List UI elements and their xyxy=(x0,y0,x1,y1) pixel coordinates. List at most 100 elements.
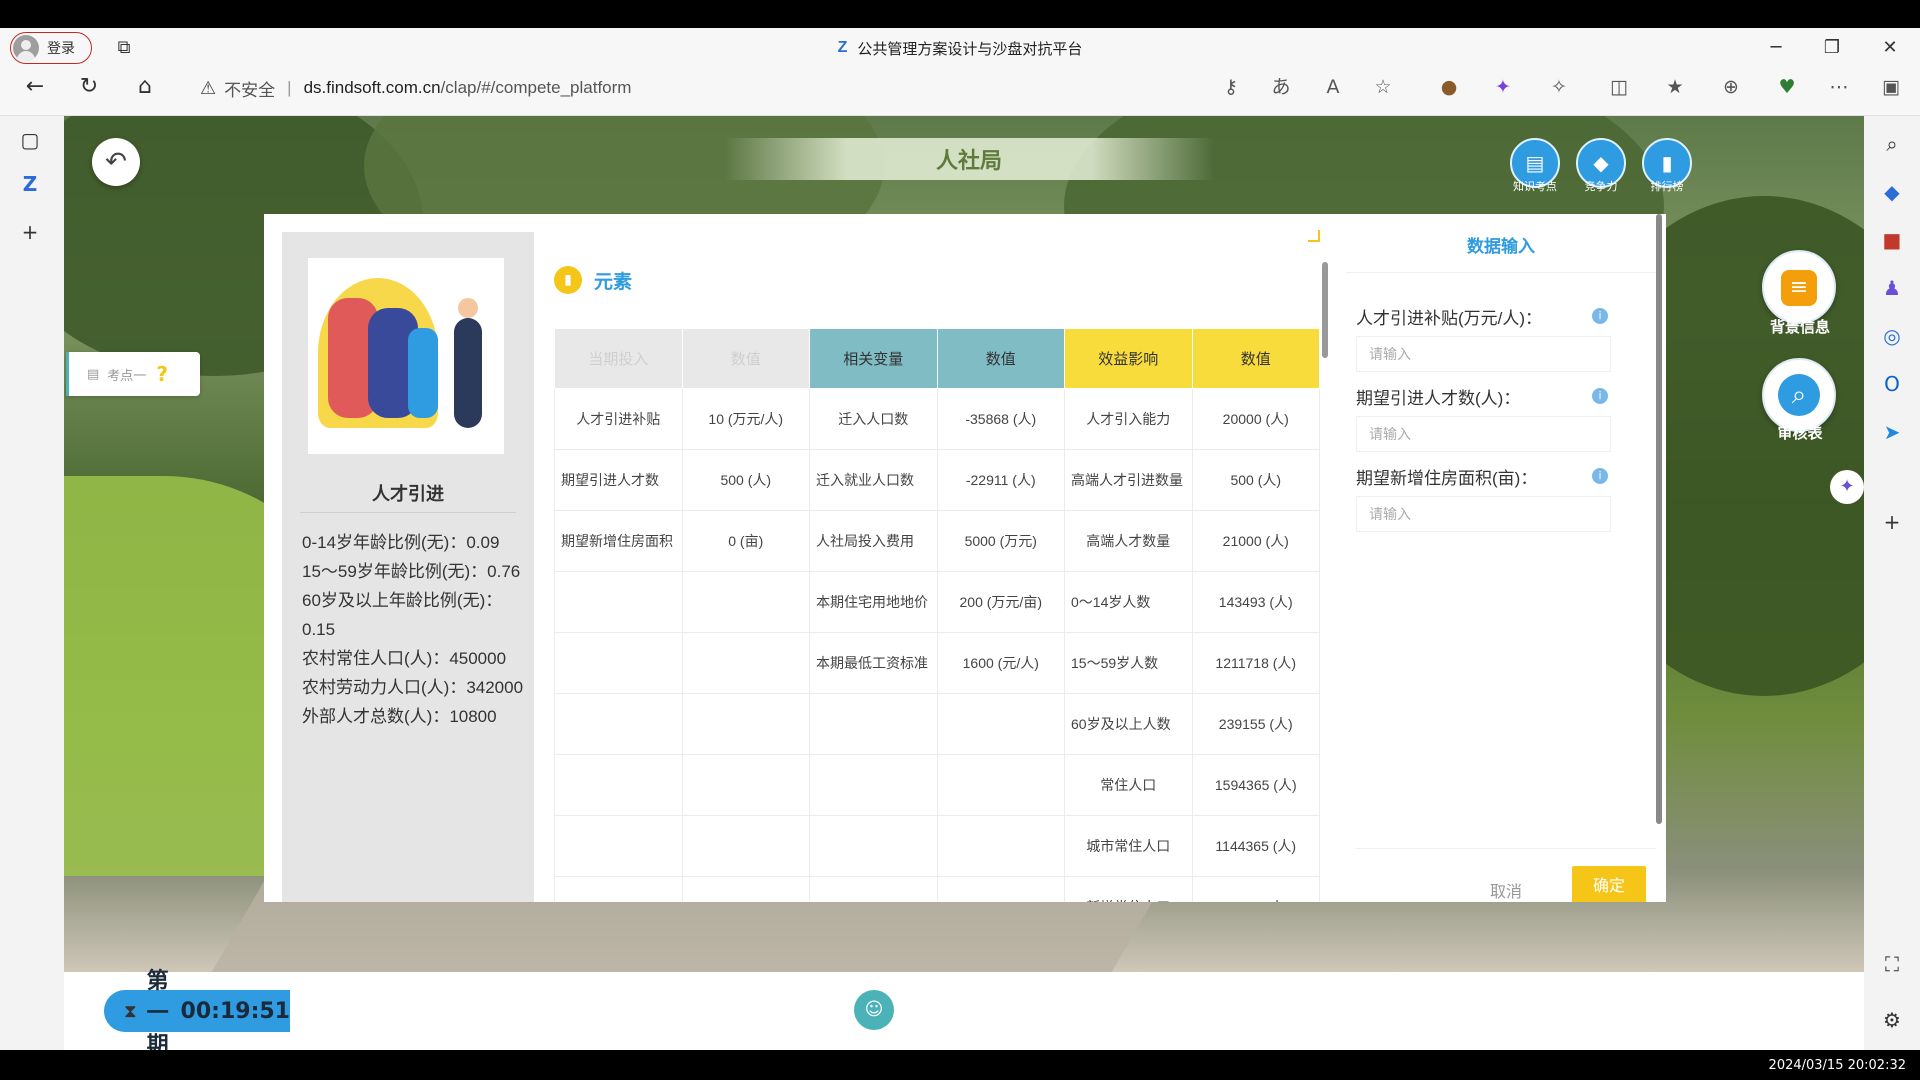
cell-related-variable xyxy=(809,693,938,755)
split-screen-icon[interactable]: ◫ xyxy=(1606,74,1632,100)
table-row: 常住人口 1594365 (人) xyxy=(554,754,1320,816)
tab-actions-icon[interactable]: ⧉ xyxy=(112,36,136,60)
period-timer: ⧗ 第一期 00:19:51 xyxy=(104,969,290,1050)
info-icon[interactable]: i xyxy=(1592,388,1608,404)
cell-input-item xyxy=(554,754,683,816)
cell-input-item xyxy=(554,693,683,755)
cell-input-value: 0 (亩) xyxy=(681,510,810,572)
login-button[interactable]: 登录 xyxy=(10,32,92,64)
cell-benefit-value: 143493 (人) xyxy=(1191,571,1320,633)
talent-count-input[interactable]: 请输入 xyxy=(1356,416,1611,452)
housing-area-input[interactable]: 请输入 xyxy=(1356,496,1611,532)
performance-icon[interactable]: ♥ xyxy=(1774,74,1800,100)
return-button[interactable]: ↶ xyxy=(92,138,140,186)
password-key-icon[interactable]: ⚷ xyxy=(1218,74,1244,100)
table-row: 本期住宅用地地价 200 (万元/亩) 0～14岁人数 143493 (人) xyxy=(554,571,1320,633)
collections-icon[interactable]: ⊕ xyxy=(1718,74,1744,100)
cookie-icon[interactable]: ● xyxy=(1436,74,1462,100)
reload-icon[interactable]: ↻ xyxy=(76,74,102,100)
field-label-housing-area: 期望新增住房面积(亩)： xyxy=(1356,469,1538,488)
cell-benefit-item: 人才引入能力 xyxy=(1064,388,1193,450)
cell-benefit-value: 71937 (人) xyxy=(1191,876,1320,902)
translate-icon[interactable]: あ xyxy=(1268,74,1294,100)
bar-chart-icon: ▮ xyxy=(1661,151,1673,175)
cell-benefit-value: 1144365 (人) xyxy=(1191,815,1320,877)
home-icon[interactable]: ⌂ xyxy=(132,74,158,100)
exam-point-tab[interactable]: ▤ 考点一 ? xyxy=(66,352,200,396)
restore-icon[interactable]: ❐ xyxy=(1820,36,1844,60)
info-icon[interactable]: i xyxy=(1592,468,1608,484)
screenshot-icon[interactable]: ⛶ xyxy=(1878,950,1906,978)
send-icon[interactable]: ➤ xyxy=(1878,418,1906,446)
element-dialog: 人才引进 0-14岁年龄比例(无)：0.09 15～59岁年龄比例(无)：0.7… xyxy=(264,214,1666,902)
cell-input-value xyxy=(681,876,810,902)
table-row: 本期最低工资标准 1600 (元/人) 15～59岁人数 1211718 (人) xyxy=(554,632,1320,694)
shopping-tag-icon[interactable]: ◆ xyxy=(1878,178,1906,206)
app-stage: ↶ 人社局 ▤ 知识考点 ◆ 竞争力 ▮ 排行榜 ▤ 考点一 ? ≡ 背景信息 … xyxy=(64,116,1864,1050)
table-row: 期望引进人才数 500 (人) 迁入就业人口数 -22911 (人) 高端人才引进数量 5… xyxy=(554,449,1320,511)
stat-line: 60岁及以上年龄比例(无)：0.15 xyxy=(302,591,503,639)
url-path: /clap/#/compete_platform xyxy=(440,78,632,97)
table-row: 城市常住人口 1144365 (人) xyxy=(554,815,1320,877)
illustration-figure xyxy=(454,318,482,428)
stat-line: 0-14岁年龄比例(无)：0.09 xyxy=(302,533,500,552)
table-scrollbar[interactable] xyxy=(1322,262,1328,358)
chat-button[interactable]: ☺ xyxy=(854,990,894,1030)
back-icon[interactable]: ← xyxy=(22,74,48,100)
chart-icon: ▮ xyxy=(554,266,582,294)
games-icon[interactable]: ♟ xyxy=(1878,274,1906,302)
subsidy-input[interactable]: 请输入 xyxy=(1356,336,1611,372)
card-stats: 0-14岁年龄比例(无)：0.09 15～59岁年龄比例(无)：0.76 60岁… xyxy=(302,528,526,731)
header-value: 数值 xyxy=(1191,328,1320,389)
audit-table-button[interactable]: ⌕ xyxy=(1762,358,1836,432)
sparkle-icon[interactable]: ✦ xyxy=(1490,74,1516,100)
read-aloud-icon[interactable]: A xyxy=(1320,74,1346,100)
outlook-icon[interactable]: O xyxy=(1878,370,1906,398)
stage-footer xyxy=(64,972,1864,1050)
more-menu-icon[interactable]: ⋯ xyxy=(1826,74,1852,100)
settings-gear-icon[interactable]: ⚙ xyxy=(1878,1006,1906,1034)
cell-input-value xyxy=(681,815,810,877)
cell-variable-value xyxy=(936,815,1065,877)
card-divider xyxy=(300,512,516,513)
sidebar-toggle-icon[interactable]: ▣ xyxy=(1878,74,1904,100)
field-label-talent-count: 期望引进人才数(人)： xyxy=(1356,389,1521,408)
confirm-button[interactable]: 确定 xyxy=(1572,866,1646,902)
cell-input-value xyxy=(681,571,810,633)
tools-icon[interactable]: ■ xyxy=(1878,226,1906,254)
active-tab-icon[interactable]: Z xyxy=(16,170,44,198)
favorites-icon[interactable]: ★ xyxy=(1662,74,1688,100)
favorite-star-icon[interactable]: ☆ xyxy=(1370,74,1396,100)
search-icon[interactable]: ⌕ xyxy=(1878,130,1906,158)
info-icon[interactable]: i xyxy=(1592,308,1608,324)
window-title: 公共管理方案设计与沙盘对抗平台 xyxy=(857,40,1083,58)
dialog-scrollbar[interactable] xyxy=(1656,214,1662,824)
cell-variable-value: -22911 (人) xyxy=(936,449,1065,511)
magnifier-icon: ⌕ xyxy=(1778,374,1820,416)
background-info-button[interactable]: ≡ xyxy=(1762,250,1836,324)
close-icon[interactable]: ✕ xyxy=(1878,36,1902,60)
copilot-icon[interactable]: ◎ xyxy=(1878,322,1906,350)
tab-panel-icon[interactable]: ▢ xyxy=(16,126,44,154)
panel-divider xyxy=(1346,272,1656,273)
cancel-button[interactable]: 取消 xyxy=(1490,878,1522,902)
cell-variable-value: 5000 (万元) xyxy=(936,510,1065,572)
table-row: 新增常住人口71937 (人) xyxy=(554,876,1320,902)
minimize-icon[interactable]: ─ xyxy=(1764,36,1788,60)
table-row: 60岁及以上人数 239155 (人) xyxy=(554,693,1320,755)
policy-card: 人才引进 0-14岁年龄比例(无)：0.09 15～59岁年龄比例(无)：0.7… xyxy=(282,232,534,902)
cell-benefit-value: 21000 (人) xyxy=(1191,510,1320,572)
new-tab-icon[interactable]: + xyxy=(16,218,44,246)
return-arrow-icon: ↶ xyxy=(105,147,127,177)
cell-benefit-item: 常住人口 xyxy=(1064,754,1193,816)
header-related-variable: 相关变量 xyxy=(809,328,938,389)
taskbar: 2024/03/15 20:02:32 xyxy=(0,1050,1920,1080)
cell-variable-value: 200 (万元/亩) xyxy=(936,571,1065,633)
table-row: 人才引进补贴 10 (万元/人) 迁入人口数 -35868 (人) 人才引入能力 2000… xyxy=(554,388,1320,450)
address-bar[interactable]: ⚠ 不安全 | ds.findsoft.com.cn /clap/#/compe… xyxy=(200,74,631,102)
ai-sparkle-icon[interactable]: ✦ xyxy=(1830,470,1864,504)
extensions-icon[interactable]: ✧ xyxy=(1546,74,1572,100)
cell-input-item: 期望新增住房面积 xyxy=(554,510,683,572)
add-sidebar-icon[interactable]: + xyxy=(1878,508,1906,536)
header-current-input: 当期投入 xyxy=(554,328,683,389)
